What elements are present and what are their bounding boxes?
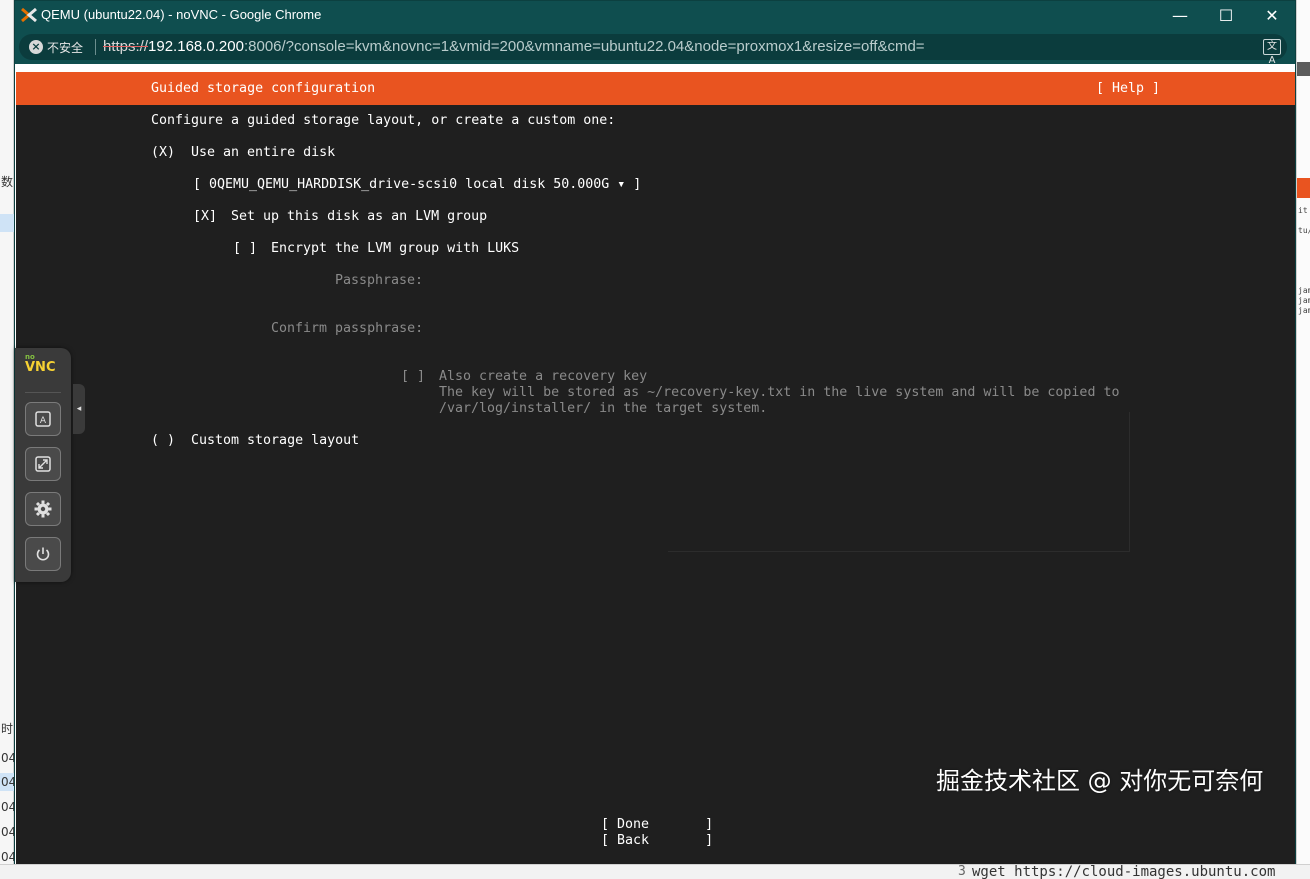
url-text[interactable]: https://192.168.0.200:8006/?console=kvm&… (103, 38, 925, 55)
novnc-control-bar-handle[interactable]: ◂ (73, 384, 85, 434)
settings-button[interactable] (25, 492, 61, 526)
bg-text-fragment: tu/ (1298, 226, 1310, 235)
confirm-passphrase-label: Confirm passphrase: (271, 321, 424, 336)
back-button[interactable]: [ Back ] (601, 833, 713, 849)
fullscreen-icon (35, 456, 51, 472)
luks-checkbox[interactable]: [ ] (233, 241, 257, 257)
bg-text-fragment: 数 (1, 175, 14, 189)
bg-text-fragment: jam (1298, 296, 1310, 305)
novnc-control-bar: no VNC A (15, 348, 71, 582)
maximize-button[interactable]: ☐ (1203, 1, 1249, 30)
translate-icon[interactable]: 文A (1263, 39, 1281, 66)
bg-text-fragment: jam (1298, 306, 1310, 315)
close-button[interactable]: ✕ (1249, 1, 1295, 30)
custom-layout-label[interactable]: Custom storage layout (191, 433, 359, 449)
keyboard-key-icon: A (35, 411, 51, 427)
background-editor: 3 wget https://cloud-images.ubuntu.com (0, 864, 1310, 879)
title-bar[interactable]: QEMU (ubuntu22.04) - noVNC - Google Chro… (15, 1, 1295, 30)
passphrase-label: Passphrase: (335, 273, 424, 288)
desktop: 数 时 04 04 04 04 04 it tu/ jam jam jam 3 … (0, 0, 1310, 879)
url-scheme: https:// (103, 38, 149, 55)
collapse-arrow-icon: ◂ (76, 404, 82, 414)
close-icon: ✕ (1265, 6, 1279, 25)
bg-block (1297, 178, 1310, 198)
use-entire-disk-label[interactable]: Use an entire disk (191, 145, 335, 161)
recovery-key-label: Also create a recovery key (439, 369, 648, 384)
maximize-icon: ☐ (1218, 6, 1234, 25)
divider (95, 39, 96, 55)
proxmox-icon (21, 7, 37, 23)
divider (25, 392, 61, 393)
background-app-left: 数 时 04 04 04 04 04 (0, 0, 16, 879)
intro-text: Configure a guided storage layout, or cr… (151, 113, 616, 128)
disk-select[interactable]: [ 0QEMU_QEMU_HARDDISK_drive-scsi0 local … (193, 177, 641, 193)
watermark: 掘金技术社区 @ 对你无可奈何 (936, 767, 1264, 795)
recovery-key-checkbox[interactable]: [ ] (401, 369, 425, 385)
bg-text-fragment: it (1298, 206, 1308, 215)
background-app-right: it tu/ jam jam jam (1296, 0, 1310, 879)
lvm-label[interactable]: Set up this disk as an LVM group (231, 209, 487, 225)
gear-icon (34, 500, 52, 518)
url-path: :8006/?console=kvm&novnc=1&vmid=200&vmna… (243, 38, 925, 55)
bg-block (1297, 62, 1310, 76)
bg-text-fragment: 时 (1, 722, 14, 736)
power-icon (36, 547, 50, 561)
header-title: Guided storage configuration (151, 81, 376, 96)
bg-highlight (0, 214, 14, 232)
power-button[interactable] (25, 537, 61, 571)
bg-text-fragment: jam (1298, 286, 1310, 295)
url-field[interactable]: × 不安全 https://192.168.0.200:8006/?consol… (19, 34, 1287, 66)
lvm-checkbox[interactable]: [X] (193, 209, 217, 225)
novnc-logo-text: VNC (25, 360, 56, 375)
luks-label[interactable]: Encrypt the LVM group with LUKS (271, 241, 519, 257)
input-area-outline (668, 412, 1130, 552)
use-entire-disk-radio[interactable]: (X) (151, 145, 175, 161)
security-label[interactable]: 不安全 (47, 39, 83, 56)
novnc-logo: no VNC (25, 353, 56, 375)
window-title: QEMU (ubuntu22.04) - noVNC - Google Chro… (41, 7, 322, 22)
recovery-key-help-line: The key will be stored as ~/recovery-key… (439, 385, 1120, 400)
custom-layout-radio[interactable]: ( ) (151, 433, 175, 449)
minimize-icon: — (1172, 6, 1188, 25)
not-secure-icon[interactable]: × (29, 40, 43, 54)
extra-keys-button[interactable]: A (25, 402, 61, 436)
installer-header: Guided storage configuration [ Help ] (16, 72, 1295, 105)
minimize-button[interactable]: — (1157, 1, 1203, 30)
novnc-logo-prefix: no (25, 353, 35, 361)
fullscreen-button[interactable] (25, 447, 61, 481)
address-bar: × 不安全 https://192.168.0.200:8006/?consol… (15, 30, 1295, 66)
done-button[interactable]: [ Done ] (601, 817, 713, 833)
vnc-viewport[interactable]: Guided storage configuration [ Help ] Co… (15, 64, 1295, 864)
svg-text:A: A (40, 416, 47, 426)
browser-window: QEMU (ubuntu22.04) - noVNC - Google Chro… (14, 0, 1296, 864)
installer-screen: Guided storage configuration [ Help ] Co… (16, 72, 1295, 864)
bg-line-number: 3 (958, 864, 966, 879)
help-button[interactable]: [ Help ] (1096, 81, 1160, 97)
bg-code-line: wget https://cloud-images.ubuntu.com (972, 864, 1276, 879)
url-host: 192.168.0.200 (148, 38, 244, 55)
